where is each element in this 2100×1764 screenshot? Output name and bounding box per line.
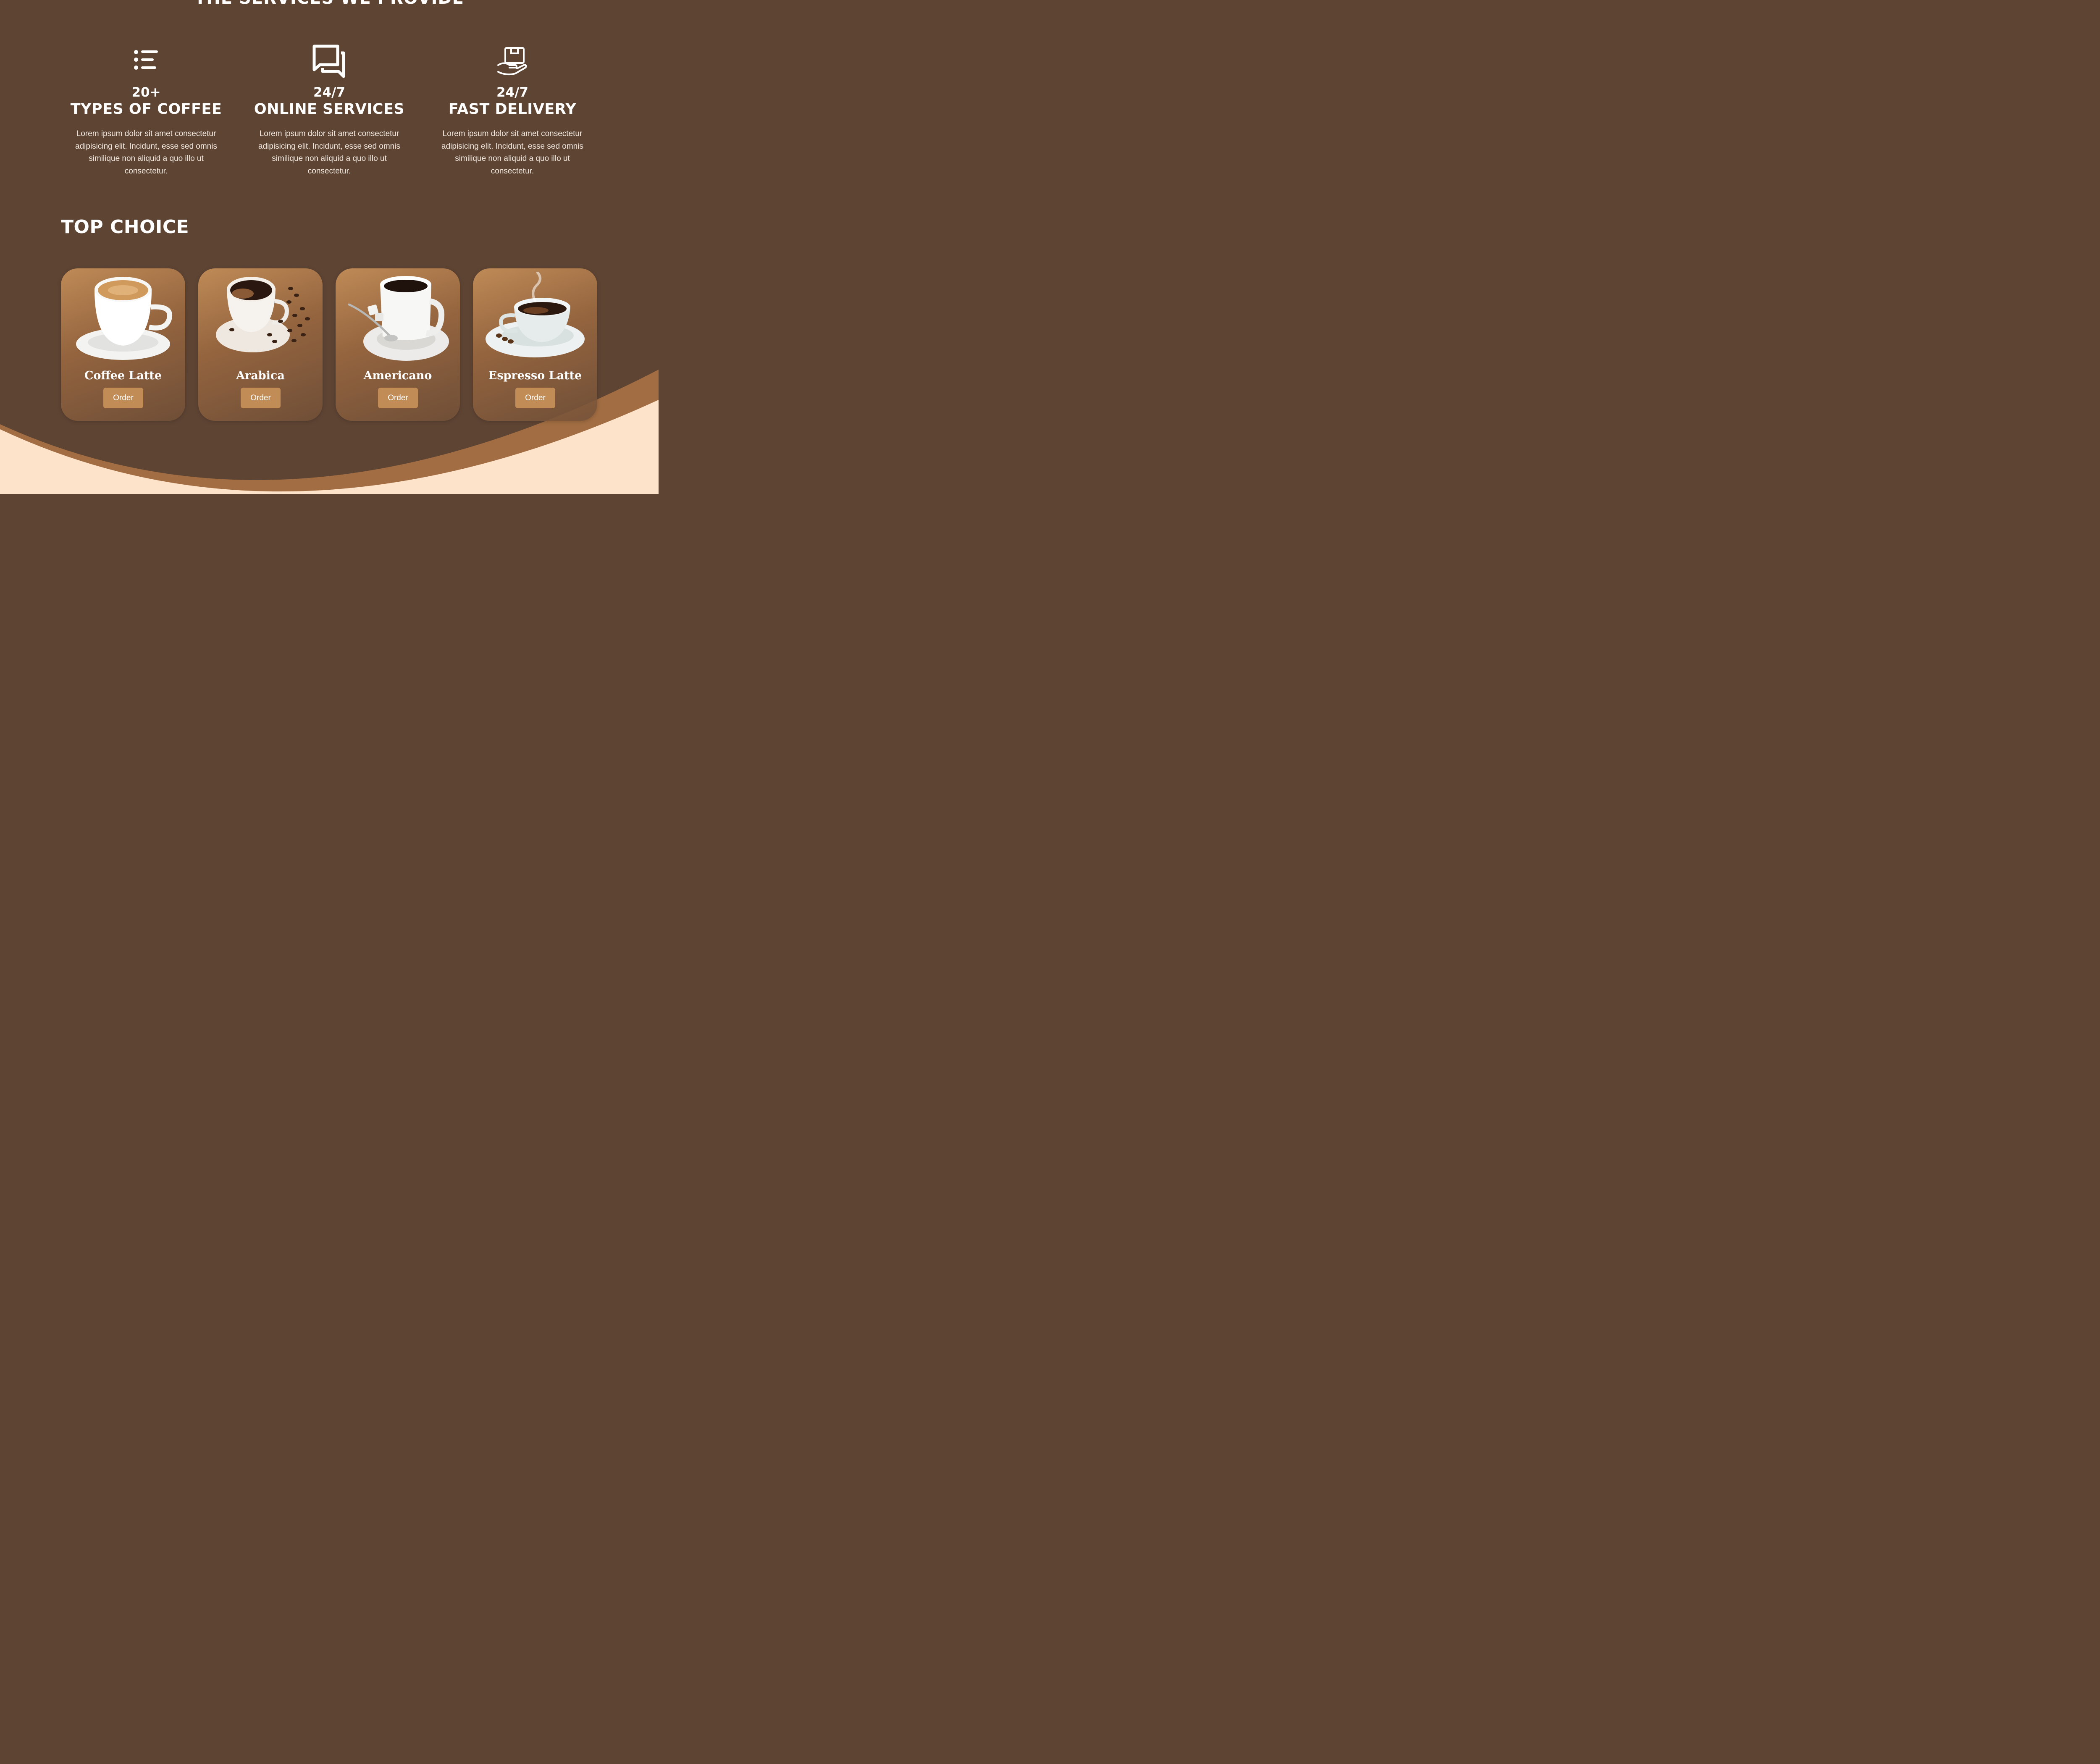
- product-name: Americano: [363, 369, 432, 382]
- service-fast-delivery: 24/7 FAST DELIVERY Lorem ipsum dolor sit…: [433, 44, 592, 177]
- product-name: Espresso Latte: [488, 369, 582, 382]
- service-online-services: 24/7 ONLINE SERVICES Lorem ipsum dolor s…: [249, 44, 409, 177]
- product-card-espresso-latte[interactable]: Espresso Latte Order: [473, 268, 597, 421]
- service-description: Lorem ipsum dolor sit amet consectetur a…: [258, 129, 400, 176]
- product-name: Coffee Latte: [84, 369, 162, 382]
- services-section-title: THE SERVICES WE PROVIDE: [0, 0, 659, 8]
- product-card-americano[interactable]: Americano Order: [336, 268, 460, 421]
- product-name: Arabica: [236, 369, 285, 382]
- coffee-cup-image: [486, 272, 585, 357]
- service-label: ONLINE SERVICES: [254, 101, 405, 118]
- service-label: TYPES OF COFFEE: [70, 101, 222, 118]
- chat-icon: [249, 44, 409, 79]
- order-button[interactable]: Order: [103, 388, 143, 408]
- service-description: Lorem ipsum dolor sit amet consectetur a…: [75, 129, 217, 176]
- order-button[interactable]: Order: [378, 388, 418, 408]
- list-icon: [66, 44, 226, 79]
- service-number: 20+: [131, 85, 161, 100]
- coffee-cup-image: [76, 277, 173, 360]
- services-row: 20+ TYPES OF COFFEE Lorem ipsum dolor si…: [0, 44, 659, 186]
- hand-box-icon: [433, 44, 592, 79]
- coffee-cup-image: [216, 277, 310, 352]
- service-label: FAST DELIVERY: [448, 101, 577, 118]
- order-button[interactable]: Order: [515, 388, 555, 408]
- top-choice-title: TOP CHOICE: [61, 216, 189, 238]
- service-description: Lorem ipsum dolor sit amet consectetur a…: [441, 129, 583, 176]
- service-number: 24/7: [313, 85, 346, 100]
- product-card-arabica[interactable]: Arabica Order: [198, 268, 323, 421]
- product-card-coffee-latte[interactable]: Coffee Latte Order: [61, 268, 185, 421]
- service-types-of-coffee: 20+ TYPES OF COFFEE Lorem ipsum dolor si…: [66, 44, 226, 177]
- service-number: 24/7: [496, 85, 529, 100]
- order-button[interactable]: Order: [241, 388, 281, 408]
- coffee-cup-image: [348, 276, 449, 361]
